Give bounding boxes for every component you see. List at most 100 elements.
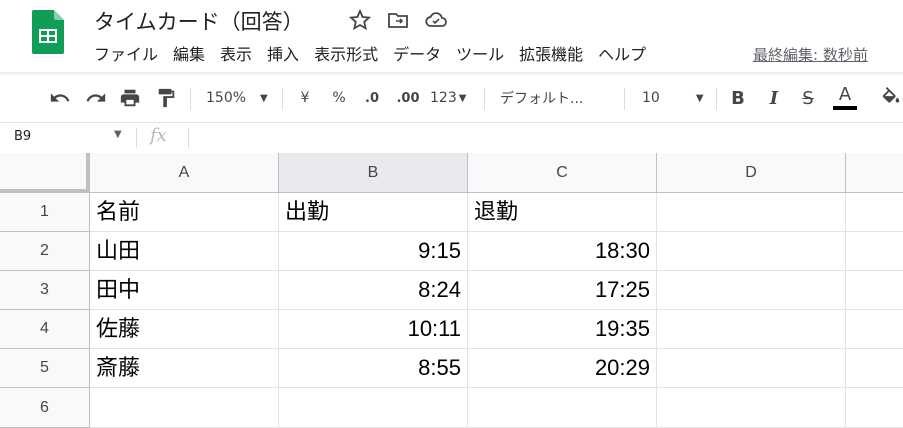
text-color-label: A xyxy=(838,84,852,105)
spreadsheet-grid: A B C D 1 名前 出勤 退勤 2 山田 9:15 18:30 3 田中 … xyxy=(0,153,903,428)
cell-c2[interactable]: 18:30 xyxy=(468,232,657,271)
cell-a5[interactable]: 斎藤 xyxy=(90,349,279,388)
name-box[interactable]: B9 xyxy=(14,129,31,144)
formula-separator xyxy=(136,128,137,148)
fill-color-icon[interactable] xyxy=(880,86,903,110)
decrease-decimal-button[interactable]: .0 xyxy=(360,86,384,110)
bold-label: B xyxy=(731,87,745,109)
toolbar-separator xyxy=(282,88,283,110)
number-format-select[interactable]: 123 ▼ xyxy=(430,86,472,110)
cell-b5[interactable]: 8:55 xyxy=(279,349,468,388)
row-header-1[interactable]: 1 xyxy=(0,193,90,232)
chevron-down-icon: ▼ xyxy=(695,92,704,104)
cloud-saved-icon[interactable] xyxy=(424,8,448,32)
cell-b6[interactable] xyxy=(279,388,468,428)
cell-c5[interactable]: 20:29 xyxy=(468,349,657,388)
zoom-select[interactable]: 150% ▼ xyxy=(206,86,272,110)
chevron-down-icon[interactable]: ▼ xyxy=(114,129,122,140)
column-header-a[interactable]: A xyxy=(90,153,279,193)
cell-e1[interactable] xyxy=(846,193,903,232)
column-header-c[interactable]: C xyxy=(468,153,657,193)
cell-d3[interactable] xyxy=(657,271,846,310)
percent-label: % xyxy=(332,90,346,106)
column-header-d[interactable]: D xyxy=(657,153,846,193)
toolbar-separator xyxy=(624,88,625,110)
strikethrough-label: S xyxy=(802,87,814,109)
cell-e2[interactable] xyxy=(846,232,903,271)
percent-format-button[interactable]: % xyxy=(330,86,348,110)
toolbar-separator xyxy=(716,88,717,110)
number-format-label: 123 xyxy=(430,90,457,106)
text-color-swatch xyxy=(833,106,857,110)
bold-button[interactable]: B xyxy=(728,86,748,110)
formula-separator xyxy=(188,128,189,148)
menu-insert[interactable]: 挿入 xyxy=(267,43,299,67)
app-header: タイムカード（回答） ファイル 編集 表示 挿入 表示形式 データ ツール 拡張… xyxy=(0,0,903,72)
column-header-e[interactable] xyxy=(846,153,903,193)
menu-extensions[interactable]: 拡張機能 xyxy=(519,43,583,67)
cell-b4[interactable]: 10:11 xyxy=(279,310,468,349)
menu-data[interactable]: データ xyxy=(393,43,441,67)
menu-format[interactable]: 表示形式 xyxy=(314,43,378,67)
italic-button[interactable]: I xyxy=(764,86,784,110)
cell-b3[interactable]: 8:24 xyxy=(279,271,468,310)
text-color-button[interactable]: A xyxy=(832,86,858,110)
cell-a4[interactable]: 佐藤 xyxy=(90,310,279,349)
zoom-value: 150% xyxy=(206,90,247,106)
menu-edit[interactable]: 編集 xyxy=(173,43,205,67)
select-all-corner[interactable] xyxy=(0,153,90,193)
last-edit-link[interactable]: 最終編集: 数秒前 xyxy=(753,43,868,67)
menu-view[interactable]: 表示 xyxy=(220,43,252,67)
toolbar: 150% ▼ ¥ % .0 .00 123 ▼ デフォルト... 10 ▼ B … xyxy=(0,76,903,120)
strikethrough-button[interactable]: S xyxy=(798,86,818,110)
menu-bar: ファイル 編集 表示 挿入 表示形式 データ ツール 拡張機能 ヘルプ xyxy=(94,43,661,67)
cell-d4[interactable] xyxy=(657,310,846,349)
cell-a6[interactable] xyxy=(90,388,279,428)
row-header-6[interactable]: 6 xyxy=(0,388,90,428)
cell-d2[interactable] xyxy=(657,232,846,271)
row-header-2[interactable]: 2 xyxy=(0,232,90,271)
menu-file[interactable]: ファイル xyxy=(94,43,158,67)
cell-e4[interactable] xyxy=(846,310,903,349)
cell-d6[interactable] xyxy=(657,388,846,428)
chevron-down-icon: ▼ xyxy=(458,92,467,104)
font-family-select[interactable]: デフォルト... xyxy=(500,86,612,110)
cell-b2[interactable]: 9:15 xyxy=(279,232,468,271)
decrease-decimal-label: .0 xyxy=(365,90,379,106)
font-family-label: デフォルト... xyxy=(500,91,584,107)
italic-label: I xyxy=(769,87,779,109)
cell-e6[interactable] xyxy=(846,388,903,428)
print-icon[interactable] xyxy=(118,86,142,110)
cell-c3[interactable]: 17:25 xyxy=(468,271,657,310)
row-header-3[interactable]: 3 xyxy=(0,271,90,310)
cell-d1[interactable] xyxy=(657,193,846,232)
paint-format-icon[interactable] xyxy=(154,86,178,110)
cell-c1[interactable]: 退勤 xyxy=(468,193,657,232)
sheets-logo-icon[interactable] xyxy=(32,10,64,54)
menu-help[interactable]: ヘルプ xyxy=(598,43,646,67)
document-title[interactable]: タイムカード（回答） xyxy=(94,6,304,36)
cell-b1[interactable]: 出勤 xyxy=(279,193,468,232)
font-size-value: 10 xyxy=(642,90,660,106)
column-header-b[interactable]: B xyxy=(279,153,468,193)
cell-a2[interactable]: 山田 xyxy=(90,232,279,271)
star-icon[interactable] xyxy=(348,8,372,32)
font-size-select[interactable]: 10 ▼ xyxy=(642,86,706,110)
menu-tools[interactable]: ツール xyxy=(456,43,504,67)
cell-c4[interactable]: 19:35 xyxy=(468,310,657,349)
cell-e3[interactable] xyxy=(846,271,903,310)
redo-icon[interactable] xyxy=(84,86,108,110)
undo-icon[interactable] xyxy=(48,86,72,110)
cell-a3[interactable]: 田中 xyxy=(90,271,279,310)
cell-e5[interactable] xyxy=(846,349,903,388)
increase-decimal-label: .00 xyxy=(396,90,420,106)
cell-a1[interactable]: 名前 xyxy=(90,193,279,232)
cell-c6[interactable] xyxy=(468,388,657,428)
row-header-4[interactable]: 4 xyxy=(0,310,90,349)
increase-decimal-button[interactable]: .00 xyxy=(394,86,422,110)
currency-label: ¥ xyxy=(300,90,310,106)
cell-d5[interactable] xyxy=(657,349,846,388)
currency-format-button[interactable]: ¥ xyxy=(296,86,314,110)
row-header-5[interactable]: 5 xyxy=(0,349,90,388)
move-to-folder-icon[interactable] xyxy=(386,8,410,32)
